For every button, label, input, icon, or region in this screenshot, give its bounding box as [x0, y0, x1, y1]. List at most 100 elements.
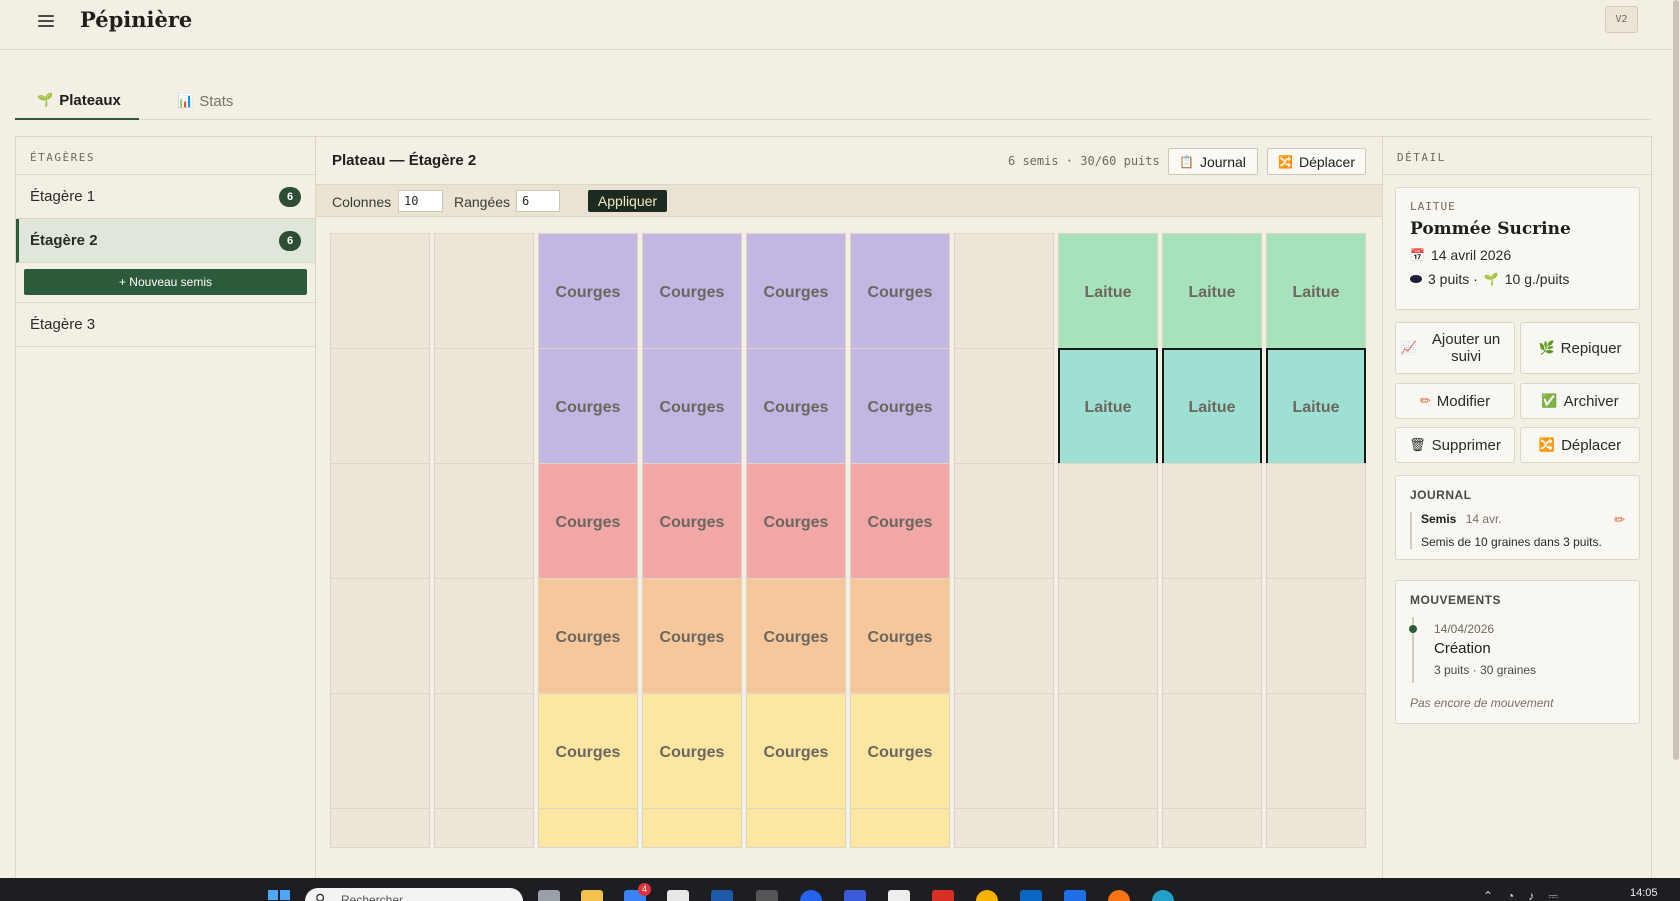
tray-cell-empty[interactable] — [1058, 693, 1158, 812]
shelf-item-2[interactable]: Étagère 2 6 — [16, 219, 315, 263]
plateau-stats: 6 semis · 30/60 puits — [1008, 154, 1160, 168]
page-scrollbar[interactable] — [1672, 0, 1680, 878]
tray-cell-laitue[interactable]: Laitue — [1058, 233, 1158, 352]
move-tray-button[interactable]: 🔀 Déplacer — [1267, 148, 1366, 175]
tray-cell-empty[interactable] — [954, 463, 1054, 582]
tray-cell-laitue[interactable]: Laitue — [1266, 233, 1366, 352]
tray-cell-empty[interactable] — [1162, 578, 1262, 697]
edit-entry-icon[interactable]: ✏ — [1614, 512, 1625, 528]
tray-cell-empty[interactable] — [746, 808, 846, 848]
scrollbar-thumb[interactable] — [1673, 0, 1679, 760]
tray-cell-empty[interactable] — [434, 693, 534, 812]
task-view-icon[interactable] — [538, 890, 560, 901]
chrome-app-icon[interactable] — [976, 890, 998, 901]
transplant-button[interactable]: 🌿 Repiquer — [1520, 322, 1640, 374]
windows-start-icon[interactable] — [268, 890, 290, 901]
teams-app-icon[interactable] — [888, 890, 910, 901]
tray-cell-courges[interactable]: Courges — [538, 463, 638, 582]
tray-cell-laitue[interactable]: Laitue — [1058, 348, 1158, 467]
tray-cell-empty[interactable] — [434, 233, 534, 352]
tray-cell-empty[interactable] — [538, 808, 638, 848]
tray-cell-empty[interactable] — [330, 233, 430, 352]
code-editor-icon[interactable] — [1064, 890, 1086, 901]
tray-cell-empty[interactable] — [1266, 578, 1366, 697]
tray-cell-empty[interactable] — [642, 808, 742, 848]
shelf-item-3[interactable]: Étagère 3 — [16, 303, 315, 347]
tray-cell-laitue[interactable]: Laitue — [1162, 233, 1262, 352]
tray-cell-empty[interactable] — [1058, 808, 1158, 848]
tray-cell-empty[interactable] — [434, 348, 534, 467]
tray-cell-laitue[interactable]: Laitue — [1266, 348, 1366, 467]
tray-cell-courges[interactable]: Courges — [746, 233, 846, 352]
notepad-app-icon[interactable] — [667, 890, 689, 901]
globe-app-icon[interactable] — [1152, 890, 1174, 901]
journal-button[interactable]: 📋 Journal — [1168, 148, 1258, 175]
terminal-app-icon[interactable] — [756, 890, 778, 901]
gmail-app-icon[interactable] — [932, 890, 954, 901]
editor-app-icon[interactable] — [844, 890, 866, 901]
tray-cell-empty[interactable] — [330, 463, 430, 582]
archive-button[interactable]: ✅ Archiver — [1520, 383, 1640, 419]
tray-cell-empty[interactable] — [1266, 463, 1366, 582]
tray-cell-empty[interactable] — [434, 808, 534, 848]
tray-cell-empty[interactable] — [1162, 463, 1262, 582]
variety-name: Pommée Sucrine — [1410, 219, 1571, 239]
add-followup-button[interactable]: 📈 Ajouter un suivi — [1395, 322, 1515, 374]
tray-cell-courges[interactable]: Courges — [642, 463, 742, 582]
tray-cell-courges[interactable]: Courges — [538, 233, 638, 352]
taskbar-search[interactable]: ⚲ Rechercher — [305, 888, 523, 901]
tray-cell-empty[interactable] — [330, 348, 430, 467]
tray-cell-courges[interactable]: Courges — [538, 693, 638, 812]
tray-cell-courges[interactable]: Courges — [642, 693, 742, 812]
tray-cell-empty[interactable] — [434, 463, 534, 582]
tray-cell-empty[interactable] — [954, 233, 1054, 352]
tray-cell-empty[interactable] — [954, 578, 1054, 697]
move-seedling-button[interactable]: 🔀 Déplacer — [1520, 427, 1640, 463]
tray-cell-courges[interactable]: Courges — [850, 348, 950, 467]
hamburger-menu-icon[interactable] — [36, 12, 56, 28]
tray-cell-courges[interactable]: Courges — [642, 233, 742, 352]
tray-cell-empty[interactable] — [330, 693, 430, 812]
columns-input[interactable] — [398, 190, 443, 212]
tray-cell-empty[interactable] — [330, 808, 430, 848]
tray-cell-empty[interactable] — [954, 693, 1054, 812]
tray-cell-empty[interactable] — [850, 808, 950, 848]
tab-plateaux[interactable]: 🌱 Plateaux — [15, 82, 139, 120]
tray-cell-courges[interactable]: Courges — [746, 578, 846, 697]
tray-cell-courges[interactable]: Courges — [538, 578, 638, 697]
new-seed-button[interactable]: + Nouveau semis — [24, 269, 307, 295]
tray-cell-courges[interactable]: Courges — [850, 693, 950, 812]
tray-cell-courges[interactable]: Courges — [642, 578, 742, 697]
tray-cell-empty[interactable] — [1162, 693, 1262, 812]
tray-cell-courges[interactable]: Courges — [538, 348, 638, 467]
file-explorer-icon[interactable] — [581, 890, 603, 901]
tray-cell-empty[interactable] — [1058, 463, 1158, 582]
rows-input[interactable] — [516, 190, 560, 212]
tray-cell-empty[interactable] — [954, 808, 1054, 848]
edit-button[interactable]: ✏ Modifier — [1395, 383, 1515, 419]
tray-cell-courges[interactable]: Courges — [850, 578, 950, 697]
tray-cell-empty[interactable] — [434, 578, 534, 697]
tray-cell-empty[interactable] — [1162, 808, 1262, 848]
app-launcher-icon[interactable] — [1108, 890, 1130, 901]
tray-cell-empty[interactable] — [1266, 693, 1366, 812]
vscode-app-icon[interactable] — [711, 890, 733, 901]
browser-app-icon[interactable] — [800, 890, 822, 901]
tray-cell-courges[interactable]: Courges — [746, 463, 846, 582]
tray-cell-courges[interactable]: Courges — [746, 348, 846, 467]
tray-cell-laitue[interactable]: Laitue — [1162, 348, 1262, 467]
tray-cell-empty[interactable] — [1266, 808, 1366, 848]
remote-desktop-icon[interactable] — [1020, 890, 1042, 901]
tray-cell-empty[interactable] — [1058, 578, 1158, 697]
shelf-item-1[interactable]: Étagère 1 6 — [16, 175, 315, 219]
apply-button[interactable]: Appliquer — [588, 190, 667, 212]
tray-cell-courges[interactable]: Courges — [850, 463, 950, 582]
tray-cell-courges[interactable]: Courges — [746, 693, 846, 812]
tray-cell-courges[interactable]: Courges — [850, 233, 950, 352]
tab-stats[interactable]: 📊 Stats — [155, 82, 255, 120]
tray-cell-empty[interactable] — [954, 348, 1054, 467]
delete-button[interactable]: 🗑 Supprimer — [1395, 427, 1515, 463]
system-tray-icons[interactable]: ⌃◔♪⎓ — [1483, 889, 1572, 901]
tray-cell-courges[interactable]: Courges — [642, 348, 742, 467]
tray-cell-empty[interactable] — [330, 578, 430, 697]
